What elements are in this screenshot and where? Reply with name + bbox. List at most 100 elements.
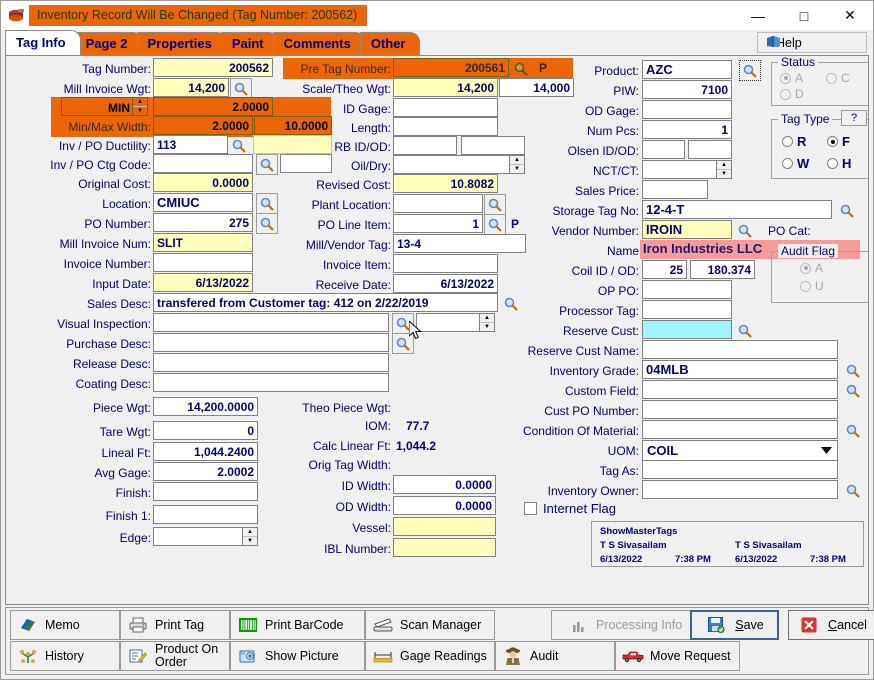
coil-id-input[interactable]: 25 [642,260,687,279]
piw-input[interactable]: 7100 [642,80,732,99]
min-input[interactable]: 2.0000 [153,97,273,116]
cancel-button[interactable]: Cancel [788,610,874,640]
inv-po-ductility-input[interactable]: 113 [153,135,228,154]
tab-other[interactable]: Other [359,32,421,55]
custom-field-lookup-icon[interactable] [842,380,864,401]
vendor-number-input[interactable]: IROIN [642,220,732,239]
tag-type-option-w[interactable]: W [782,156,809,171]
condition-of-material-input[interactable] [642,420,838,439]
nct-ct-spinner-down[interactable]: ▼ [717,170,731,178]
mill-vendor-tag-input[interactable]: 13-4 [393,234,526,253]
location-input[interactable]: CMIUC [153,193,253,212]
purchase-desc-input[interactable] [153,333,389,352]
tab-page-2[interactable]: Page 2 [74,32,143,55]
visual-inspection-input[interactable] [153,313,389,332]
print-barcode-button[interactable]: Print BarCode [230,610,365,640]
finish-input[interactable] [153,482,258,501]
visual-inspection-spinner[interactable]: ▲ ▼ [480,313,495,332]
processor-tag-input[interactable] [642,300,732,319]
vessel-input[interactable] [393,517,496,536]
location-lookup-icon[interactable] [256,193,278,214]
vendor-number-lookup-icon[interactable] [734,220,756,241]
product-lookup-icon[interactable] [739,60,761,81]
po-line-item-lookup-icon[interactable] [484,214,506,235]
id-width-input[interactable]: 0.0000 [393,475,496,494]
inventory-owner-lookup-icon[interactable] [842,480,864,501]
custom-field-input[interactable] [642,380,838,399]
scan-manager-button[interactable]: Scan Manager [365,610,495,640]
sales-desc-lookup-icon[interactable] [500,293,522,314]
revised-cost-input[interactable]: 10.8082 [393,174,498,193]
uom-select[interactable]: COIL [642,440,838,461]
tab-paint[interactable]: Paint [220,32,279,55]
tag-type-option-h[interactable]: H [827,156,851,171]
sales-price-input[interactable] [642,180,708,199]
op-po-input[interactable] [642,280,732,299]
tag-type-radio-r[interactable] [782,136,793,147]
min-spinner-up[interactable]: ▲ [133,98,147,107]
visual-inspection-spinner-down[interactable]: ▼ [480,323,494,331]
audit-flag-option-a[interactable]: A [800,261,823,275]
reserve-cust-name-input[interactable] [642,340,838,359]
reserve-cust-input[interactable] [642,320,732,339]
tag-type-radio-w[interactable] [782,158,793,169]
close-button[interactable]: ✕ [827,1,873,30]
storage-tag-no-input[interactable]: 12-4-T [642,200,832,219]
num-pcs-input[interactable]: 1 [642,120,732,139]
tare-wgt-input[interactable]: 0 [153,421,258,440]
show-picture-button[interactable]: Show Picture [230,641,365,671]
internet-flag-checkbox[interactable]: Internet Flag [524,501,616,516]
status-radio-c[interactable] [826,72,837,84]
nct-ct-spinner-up[interactable]: ▲ [717,161,731,170]
product-input[interactable]: AZC [642,60,732,79]
mill-invoice-num-input[interactable]: SLIT [153,233,253,252]
visual-inspection-secondary-input[interactable] [416,313,480,332]
gage-readings-button[interactable]: Gage Readings [365,641,495,671]
tag-type-option-r[interactable]: R [782,134,806,149]
lineal-ft-input[interactable]: 1,044.2400 [153,442,258,461]
olsen-id-input[interactable] [642,140,685,159]
inv-po-ctg-code-lookup-icon[interactable] [256,154,278,175]
invoice-number-input[interactable] [153,253,253,272]
storage-tag-no-lookup-icon[interactable] [836,200,858,221]
olsen-od-input[interactable] [688,140,732,159]
po-number-input[interactable]: 275 [153,213,253,232]
tag-number-input[interactable]: 200562 [153,58,273,77]
edge-spinner-up[interactable]: ▲ [243,528,257,537]
inv-po-ductility-lookup-icon[interactable] [228,135,250,156]
finish-1-input[interactable] [153,505,258,524]
help-button[interactable]: Help [757,32,867,53]
min-spinner[interactable]: ▲ ▼ [133,97,148,116]
min-spinner-down[interactable]: ▼ [133,107,147,115]
inventory-grade-input[interactable]: 04MLB [642,360,838,379]
tag-type-radio-h[interactable] [827,158,838,169]
inventory-grade-lookup-icon[interactable] [842,360,864,381]
theo-wgt-input[interactable]: 14,000 [499,78,574,97]
min-width-input[interactable]: 2.0000 [153,116,253,135]
po-number-lookup-icon[interactable] [256,213,278,234]
rb-id-input[interactable] [393,136,457,155]
product-on-order-button[interactable]: Product On Order [120,641,230,671]
save-button[interactable]: Save [690,610,779,640]
tab-properties[interactable]: Properties [136,32,227,55]
print-tag-button[interactable]: Print Tag [120,610,230,640]
length-input[interactable] [393,117,498,136]
rb-od-input[interactable] [461,136,525,155]
inv-po-ctg-code-secondary-input[interactable] [280,154,332,173]
mill-invoice-wgt-input[interactable]: 14,200 [153,78,229,97]
status-option-c[interactable]: C [826,71,850,85]
od-gage-input[interactable] [642,100,732,119]
mill-invoice-wgt-lookup-icon[interactable] [230,78,252,99]
oil-dry-input[interactable] [393,155,510,174]
reserve-cust-lookup-icon[interactable] [734,320,756,341]
coating-desc-input[interactable] [153,373,389,392]
audit-flag-radio-a[interactable] [800,262,811,274]
po-line-item-input[interactable]: 1 [393,214,483,233]
pre-tag-number-input[interactable]: 200561 [393,58,509,77]
minimize-button[interactable]: — [735,1,781,30]
audit-flag-option-u[interactable]: U [800,279,824,293]
tab-comments[interactable]: Comments [272,32,366,55]
cust-po-number-input[interactable] [642,400,838,419]
oil-dry-spinner-up[interactable]: ▲ [510,156,524,165]
receive-date-input[interactable]: 6/13/2022 [393,274,498,293]
